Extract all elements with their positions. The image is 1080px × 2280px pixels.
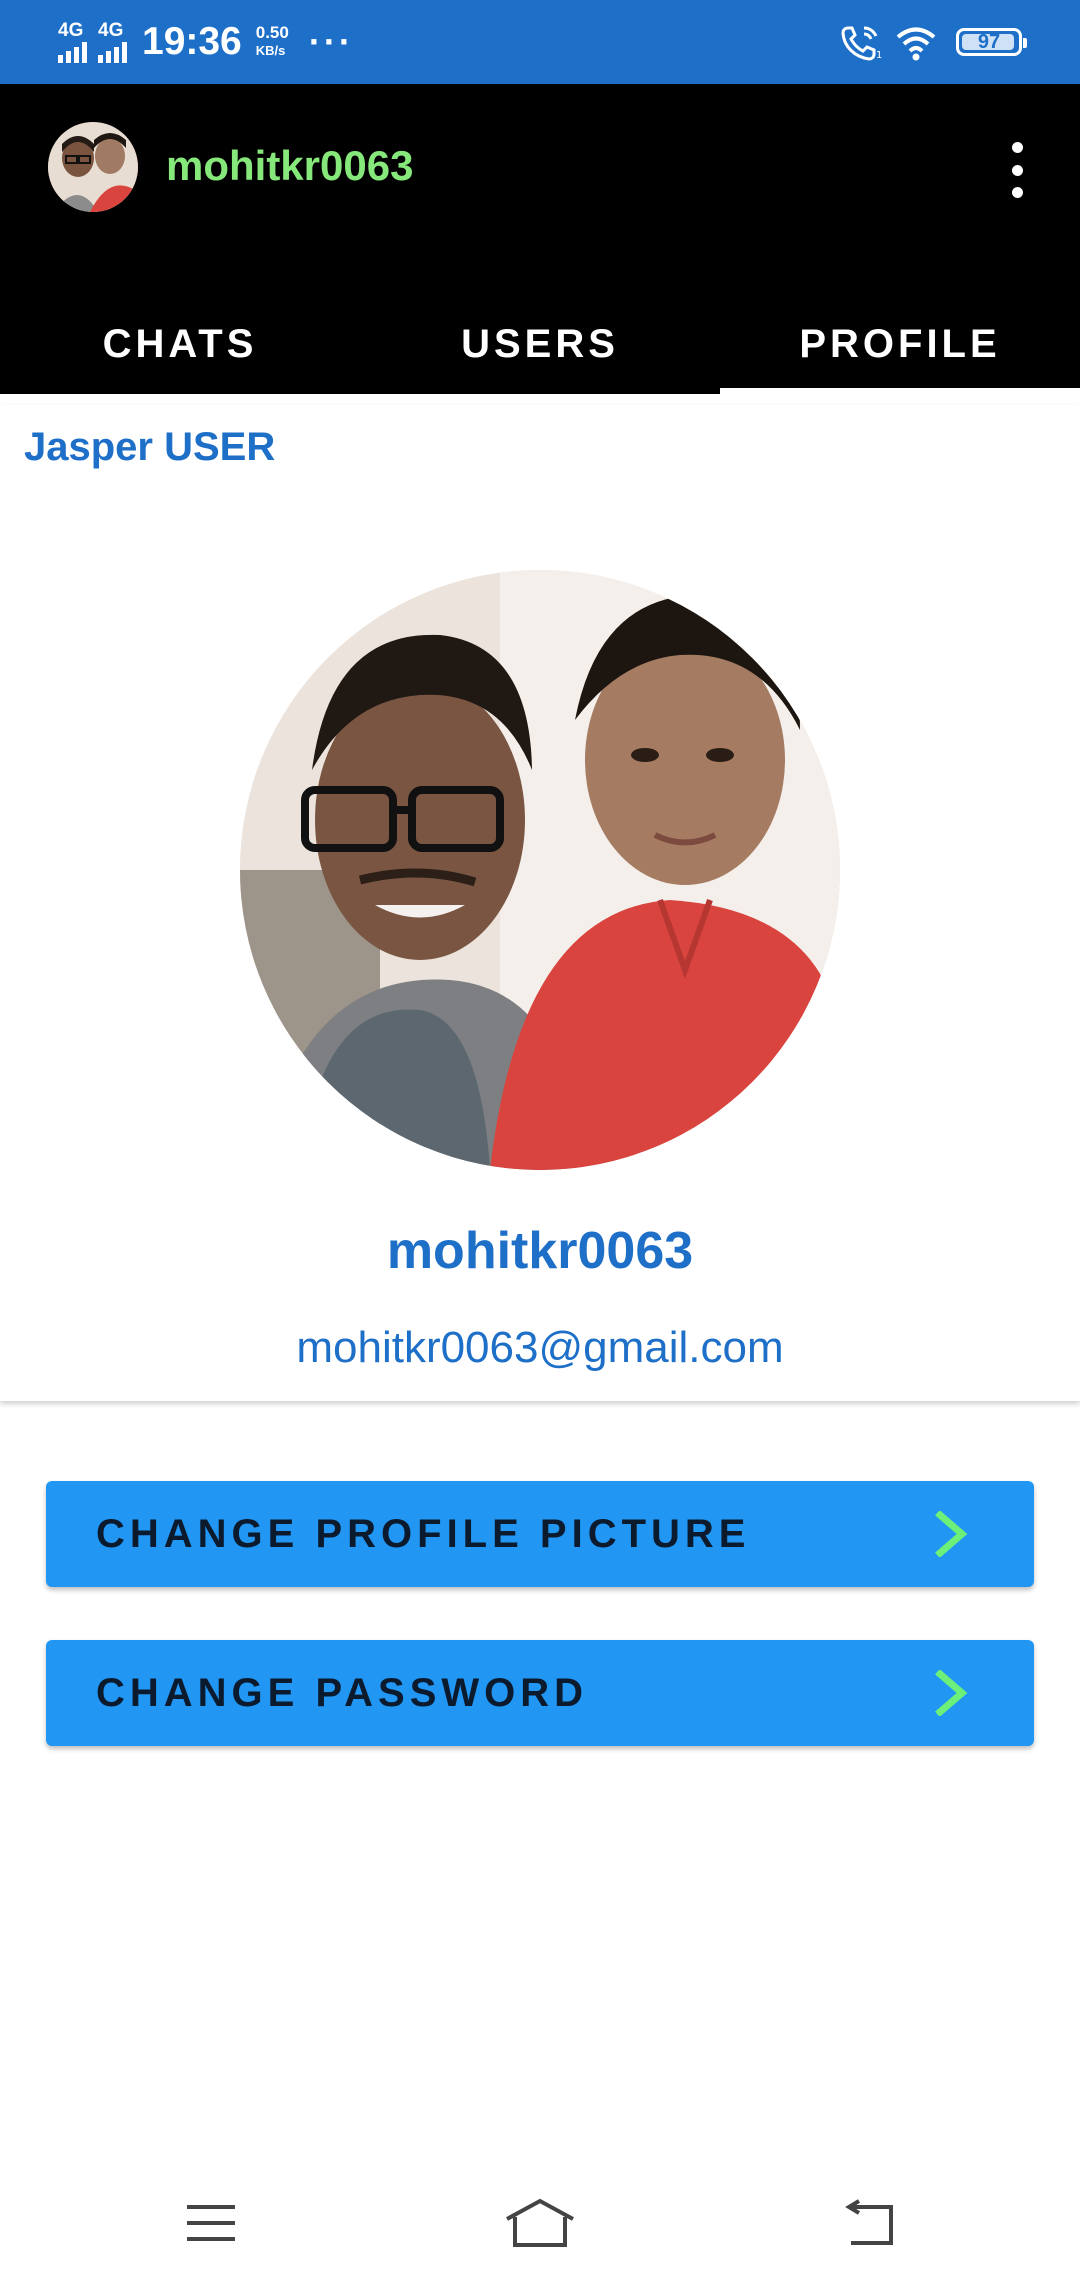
profile-email: mohitkr0063@gmail.com (296, 1323, 784, 1372)
profile-card: Jasper USER mohitkr0063 mohitkr0063@gmai… (0, 405, 1080, 1401)
signal-icon (98, 41, 130, 63)
tab-label: PROFILE (799, 321, 1001, 366)
more-vert-icon[interactable] (1002, 142, 1032, 198)
card-title: Jasper USER (24, 425, 276, 469)
system-nav-bar (0, 2168, 1080, 2280)
more-notifications-icon: ··· (308, 21, 354, 62)
avatar[interactable] (48, 122, 138, 212)
tab-bar: CHATS USERS PROFILE (0, 294, 1080, 394)
change-password-button[interactable]: CHANGE PASSWORD (46, 1640, 1034, 1746)
profile-photo-image (240, 570, 840, 1170)
status-left: 4G 4G 19:36 0.50 KB/s ··· (58, 14, 354, 70)
profile-name: mohitkr0063 (386, 1222, 694, 1280)
network-type-2: 4G (98, 20, 124, 41)
app-username: mohitkr0063 (166, 142, 414, 189)
change-profile-picture-button[interactable]: CHANGE PROFILE PICTURE (46, 1481, 1034, 1587)
svg-text:1: 1 (876, 50, 882, 61)
speed-value: 0.50 (255, 23, 289, 42)
network-speed: 0.50 KB/s (256, 24, 289, 60)
signal-icon (58, 41, 90, 63)
home-icon[interactable] (500, 2188, 580, 2258)
app-bar: mohitkr0063 CHATS USERS PROFILE (0, 84, 1080, 394)
profile-photo[interactable] (240, 570, 840, 1170)
wifi-icon (896, 27, 936, 61)
network-type-1: 4G (58, 20, 84, 41)
chevron-right-icon (935, 1511, 968, 1557)
tab-chats[interactable]: CHATS (0, 294, 360, 394)
chevron-right-icon (935, 1670, 968, 1716)
status-right: 1 97 (840, 20, 1027, 64)
battery-level: 97 (977, 30, 1001, 53)
change-profile-picture-label: CHANGE PROFILE PICTURE (96, 1511, 751, 1556)
tab-label: USERS (461, 321, 619, 366)
tab-profile[interactable]: PROFILE (720, 294, 1080, 394)
status-bar: 4G 4G 19:36 0.50 KB/s ··· 1 97 (0, 0, 1080, 84)
signal-2: 4G (98, 21, 130, 63)
back-icon[interactable] (829, 2188, 909, 2258)
signal-1: 4G (58, 21, 90, 63)
speed-unit: KB/s (255, 43, 286, 58)
menu-icon[interactable] (171, 2188, 251, 2258)
battery-icon: 97 (956, 28, 1027, 56)
wifi-calling-icon: 1 (841, 26, 882, 61)
avatar-image (48, 122, 138, 212)
tab-users[interactable]: USERS (360, 294, 720, 394)
change-password-label: CHANGE PASSWORD (96, 1670, 589, 1715)
tab-label: CHATS (102, 321, 258, 366)
status-time: 19:36 (142, 20, 242, 63)
